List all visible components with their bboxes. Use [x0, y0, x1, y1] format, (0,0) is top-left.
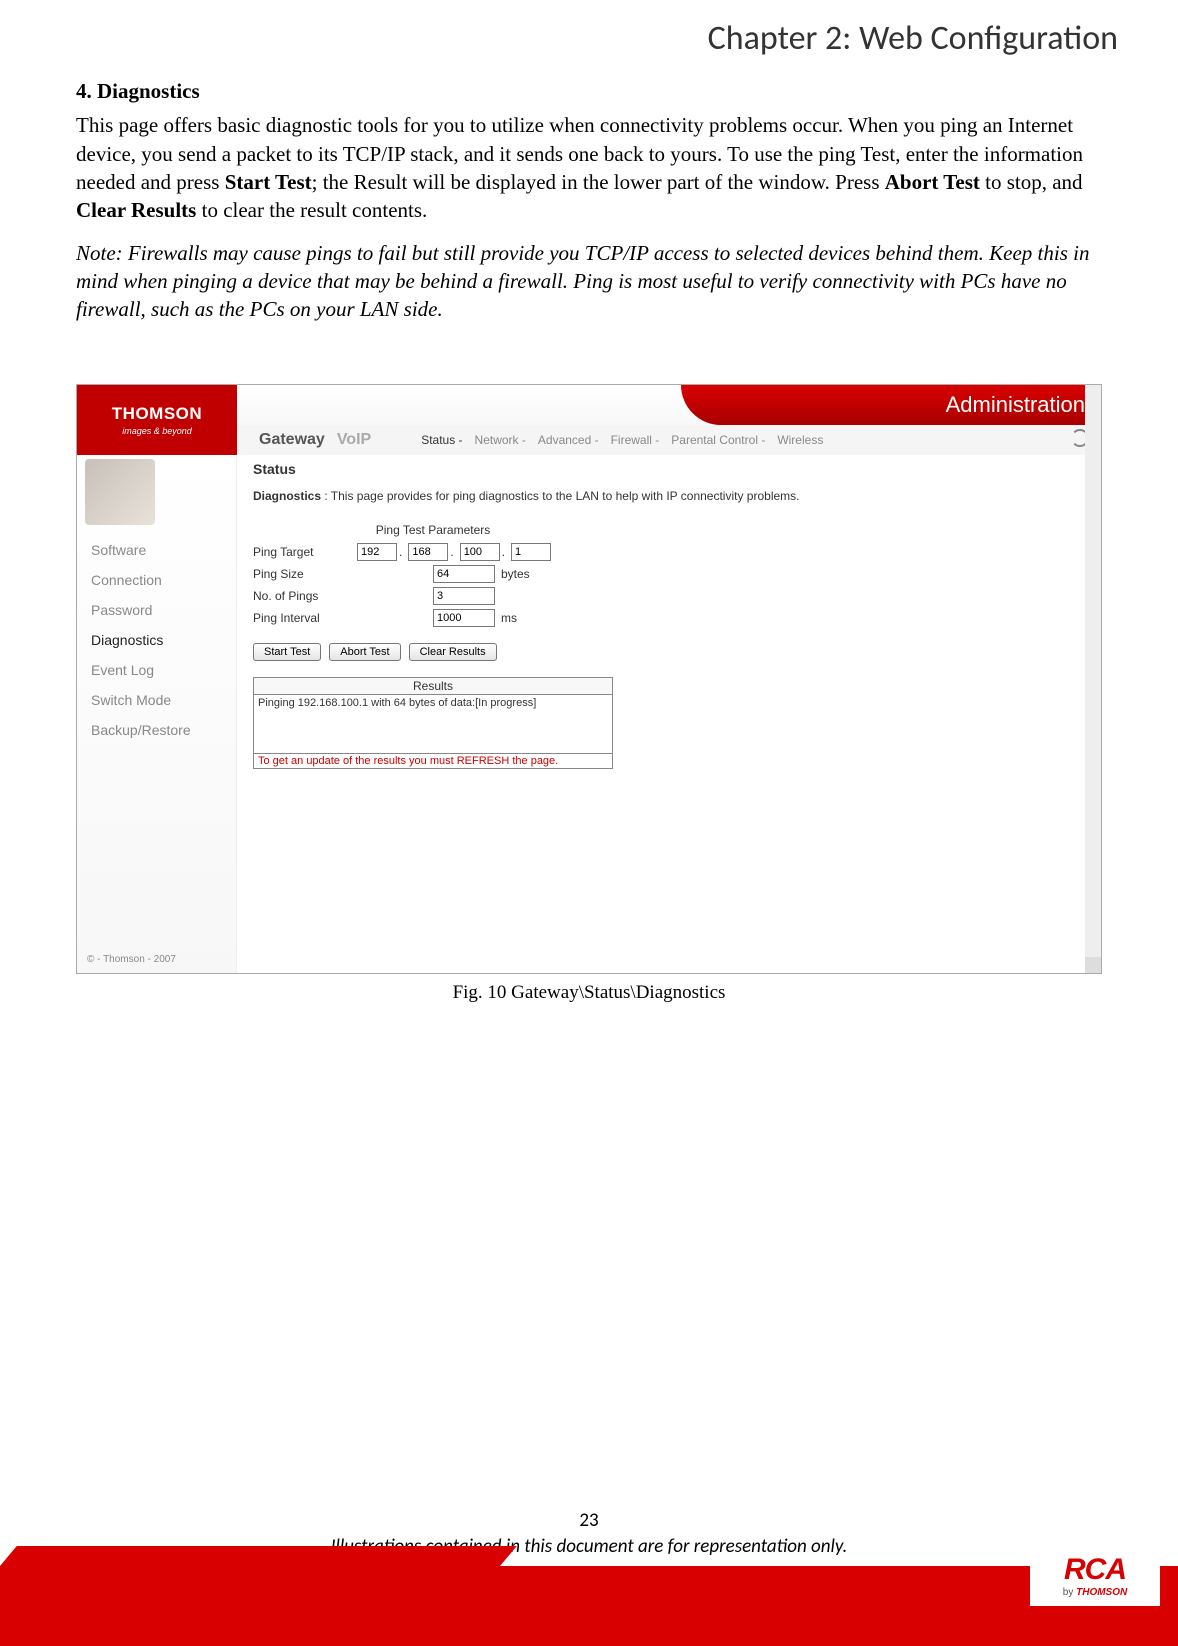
results-box: Results Pinging 192.168.100.1 with 64 by…: [253, 677, 613, 769]
desc-label: Diagnostics: [253, 489, 321, 503]
text: ; the Result will be displayed in the lo…: [312, 170, 885, 194]
results-title: Results: [254, 678, 612, 695]
top-nav: Gateway VoIP Status - Network - Advanced…: [237, 425, 1101, 455]
scrollbar-vertical[interactable]: [1085, 385, 1101, 973]
results-body: Pinging 192.168.100.1 with 64 bytes of d…: [254, 695, 612, 711]
params-title: Ping Test Parameters: [253, 521, 613, 541]
row-ping-count: No. of Pings: [253, 585, 613, 607]
input-ping-interval[interactable]: [433, 609, 495, 627]
sidebar-item-software[interactable]: Software: [77, 535, 236, 565]
bold-start-test: Start Test: [225, 170, 312, 194]
button-row: Start Test Abort Test Clear Results: [253, 643, 1085, 661]
input-ping-count[interactable]: [433, 587, 495, 605]
label-ping-target: Ping Target: [253, 545, 353, 559]
text: to clear the result contents.: [196, 198, 427, 222]
ping-target-octet-4[interactable]: [511, 543, 551, 561]
nav-gateway[interactable]: Gateway: [259, 431, 325, 449]
main-title: Status: [253, 461, 1085, 477]
nav-status[interactable]: Status -: [417, 433, 466, 447]
chapter-title: Chapter 2: Web Configuration: [0, 0, 1178, 59]
ping-target-octet-2[interactable]: [408, 543, 448, 561]
nav-wireless[interactable]: Wireless: [773, 433, 827, 447]
section-heading: 4. Diagnostics: [76, 77, 1102, 105]
body-content: 4. Diagnostics This page offers basic di…: [0, 59, 1178, 324]
desc-text: : This page provides for ping diagnostic…: [321, 489, 799, 503]
bold-clear-results: Clear Results: [76, 198, 196, 222]
unit-ms: ms: [501, 611, 517, 625]
brand-logo: THOMSON images & beyond: [77, 385, 237, 455]
ping-target-octet-3[interactable]: [460, 543, 500, 561]
ping-parameters: Ping Test Parameters Ping Target . . . P…: [253, 521, 613, 629]
main-panel: Status Diagnostics : This page provides …: [237, 455, 1101, 973]
sidebar-copyright: © - Thomson - 2007: [87, 954, 176, 965]
nav-voip[interactable]: VoIP: [337, 431, 371, 449]
row-ping-interval: Ping Interval ms: [253, 607, 613, 629]
sidebar-item-password[interactable]: Password: [77, 595, 236, 625]
sidebar: Software Connection Password Diagnostics…: [77, 455, 237, 973]
rca-logo: RCA by THOMSON: [1030, 1551, 1160, 1606]
brand-tagline: images & beyond: [122, 426, 192, 436]
nav-network[interactable]: Network -: [471, 433, 530, 447]
unit-bytes: bytes: [501, 567, 530, 581]
sidebar-item-diagnostics[interactable]: Diagnostics: [77, 625, 236, 655]
rca-logo-text: RCA: [1038, 1553, 1152, 1587]
brand-name: THOMSON: [112, 404, 202, 424]
start-test-button[interactable]: Start Test: [253, 643, 321, 661]
section-note: Note: Firewalls may cause pings to fail …: [76, 239, 1102, 324]
label-ping-count: No. of Pings: [253, 589, 353, 603]
ping-target-octet-1[interactable]: [357, 543, 397, 561]
sidebar-image: [85, 459, 155, 525]
bold-abort-test: Abort Test: [885, 170, 980, 194]
abort-test-button[interactable]: Abort Test: [329, 643, 400, 661]
results-footer: To get an update of the results you must…: [254, 753, 612, 768]
rca-by: by: [1063, 1587, 1076, 1598]
screenshot-header: THOMSON images & beyond Administration G…: [77, 385, 1101, 455]
embedded-screenshot: THOMSON images & beyond Administration G…: [76, 384, 1102, 974]
nav-firewall[interactable]: Firewall -: [607, 433, 664, 447]
rca-thomson: THOMSON: [1076, 1587, 1127, 1598]
text: to stop, and: [980, 170, 1083, 194]
row-ping-size: Ping Size bytes: [253, 563, 613, 585]
sidebar-item-backup[interactable]: Backup/Restore: [77, 715, 236, 745]
nav-parental[interactable]: Parental Control -: [667, 433, 769, 447]
rca-logo-sub: by THOMSON: [1038, 1587, 1152, 1598]
sidebar-item-switchmode[interactable]: Switch Mode: [77, 685, 236, 715]
input-ping-size[interactable]: [433, 565, 495, 583]
admin-banner: Administration: [681, 385, 1101, 425]
figure-caption: Fig. 10 Gateway\Status\Diagnostics: [0, 982, 1178, 1004]
nav-advanced[interactable]: Advanced -: [534, 433, 603, 447]
page-number: 23: [0, 1509, 1178, 1532]
footer-red-bar: [0, 1566, 1178, 1646]
sidebar-item-eventlog[interactable]: Event Log: [77, 655, 236, 685]
section-paragraph: This page offers basic diagnostic tools …: [76, 111, 1102, 224]
row-ping-target: Ping Target . . .: [253, 541, 613, 563]
clear-results-button[interactable]: Clear Results: [409, 643, 497, 661]
page-description: Diagnostics : This page provides for pin…: [253, 489, 1085, 503]
label-ping-interval: Ping Interval: [253, 611, 353, 625]
sidebar-item-connection[interactable]: Connection: [77, 565, 236, 595]
label-ping-size: Ping Size: [253, 567, 353, 581]
